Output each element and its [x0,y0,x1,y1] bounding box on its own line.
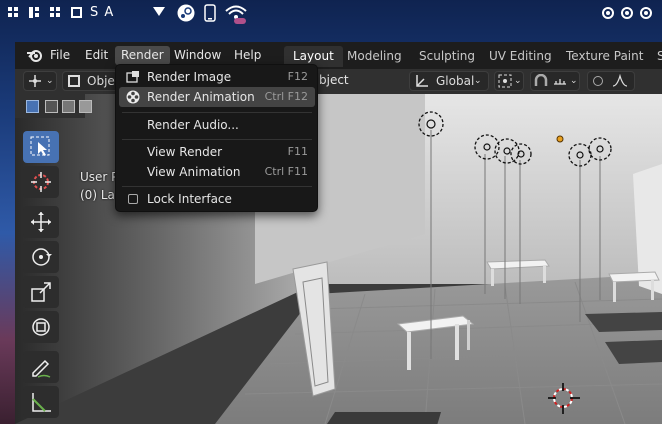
chevron-down-icon: ⌄ [474,76,482,86]
menu-render[interactable]: Render [115,46,170,65]
menu-item-render-animation[interactable]: Render Animation Ctrl F12 [119,87,315,107]
annotate-tool[interactable] [23,351,59,383]
proportional-dot-icon [593,76,603,86]
menu-item-label: Lock Interface [147,192,232,206]
phone-icon[interactable] [204,4,216,22]
scene-render [15,94,662,424]
mode-select[interactable]: Obje [62,71,120,91]
grid-icon[interactable] [50,7,61,18]
menu-item-shortcut: Ctrl F12 [264,90,308,103]
chevron-down-icon: ⌄ [46,76,54,86]
menu-separator [122,112,312,113]
move-icon [31,212,51,232]
select-new-icon[interactable] [26,100,39,113]
camera-icon [126,71,139,83]
select-subtract-icon[interactable] [62,100,75,113]
render-menu-dropdown: Render Image F12 Render Animation Ctrl F… [115,64,318,212]
window-close-icon[interactable] [640,7,652,19]
chevron-down-icon: ⌄ [570,76,578,86]
menu-item-label: Render Animation [147,90,255,104]
snap-increment-icon [554,79,566,85]
app-grid-icon[interactable] [8,7,19,18]
cursor-icon [31,172,51,192]
lock-interface-checkbox[interactable] [128,194,138,204]
ruler-icon [32,393,51,412]
move-tool[interactable] [23,206,59,238]
measure-tool[interactable] [23,386,59,418]
tab-uv-editing[interactable]: UV Editing [480,46,561,67]
window-icon[interactable] [71,7,82,18]
menu-separator [122,139,312,140]
menu-item-shortcut: F11 [287,145,308,158]
transform-tool[interactable] [23,311,59,343]
wifi-icon[interactable] [152,4,166,18]
snap-toggle[interactable]: ⌄ [530,71,580,91]
top-menubar: File Edit Render Window Help Layout Mode… [15,42,662,69]
system-taskbar: S A [0,0,662,26]
viewport-view-label: User P [80,170,119,184]
chevron-down-icon: ⌄ [514,76,522,86]
tab-texture-paint[interactable]: Texture Paint [557,46,652,67]
tab-sculpting[interactable]: Sculpting [410,46,484,67]
cursor-tool[interactable] [23,166,59,198]
menu-item-label: View Render [147,145,223,159]
menu-item-shortcut: F12 [287,70,308,83]
menu-window[interactable]: Window [168,46,227,65]
falloff-curve-icon [612,74,628,87]
proportional-edit-toggle[interactable] [587,71,635,91]
blender-logo-icon[interactable] [26,48,42,62]
taskbar-letters: S A [90,5,115,20]
rotate-tool[interactable] [23,241,59,273]
viewport-header: ⌄ Obje bject Global ⌄ ⌄ ⌄ [15,69,662,94]
window-maximize-icon[interactable] [621,7,633,19]
menu-item-label: View Animation [147,165,241,179]
select-invert-icon[interactable] [79,100,92,113]
object-mode-icon [68,75,80,87]
transform-pivot-button[interactable]: ⌄ [23,71,57,91]
menu-item-render-audio[interactable]: Render Audio... [119,115,315,135]
select-box-tool[interactable] [23,131,59,163]
orientation-label: Global [436,74,475,88]
tab-shading[interactable]: S [648,46,662,67]
menu-item-render-image[interactable]: Render Image F12 [119,67,315,87]
grid-icon[interactable] [29,7,40,18]
pencil-icon [32,359,51,378]
magnet-icon [534,74,548,86]
menu-separator [122,186,312,187]
window-minimize-icon[interactable] [602,7,614,19]
menu-item-view-render[interactable]: View Render F11 [119,142,315,162]
blender-window: File Edit Render Window Help Layout Mode… [15,42,662,424]
3d-viewport[interactable]: User P (0) La [15,94,662,424]
transform-icon [32,318,50,336]
pivot-point-icon [498,74,512,88]
rotate-icon [32,248,52,266]
menu-item-label: Render Image [147,70,232,84]
viewport-collection-label: (0) La [80,188,115,202]
steam-icon[interactable] [177,4,195,22]
orientation-select[interactable]: Global ⌄ [409,71,489,91]
mode-label: Obje [87,74,115,88]
tab-modeling[interactable]: Modeling [338,46,411,67]
menu-file[interactable]: File [44,46,76,65]
menu-item-view-animation[interactable]: View Animation Ctrl F11 [119,162,315,182]
menu-item-label: Render Audio... [147,118,239,132]
orientation-axes-icon [416,75,428,87]
pivot-point-select[interactable]: ⌄ [494,71,524,91]
object-menu[interactable]: bject [319,73,349,87]
select-box-icon [30,136,50,156]
menu-item-shortcut: Ctrl F11 [264,165,308,178]
menu-item-lock-interface[interactable]: Lock Interface [119,189,315,209]
menu-help[interactable]: Help [228,46,267,65]
pivot-icon [29,75,41,87]
select-extend-icon[interactable] [45,100,58,113]
scale-tool[interactable] [23,276,59,308]
film-reel-icon [126,90,140,104]
scale-icon [31,282,51,302]
selection-mode-bar [15,94,92,118]
network-icon[interactable] [225,4,247,24]
menu-edit[interactable]: Edit [79,46,114,65]
